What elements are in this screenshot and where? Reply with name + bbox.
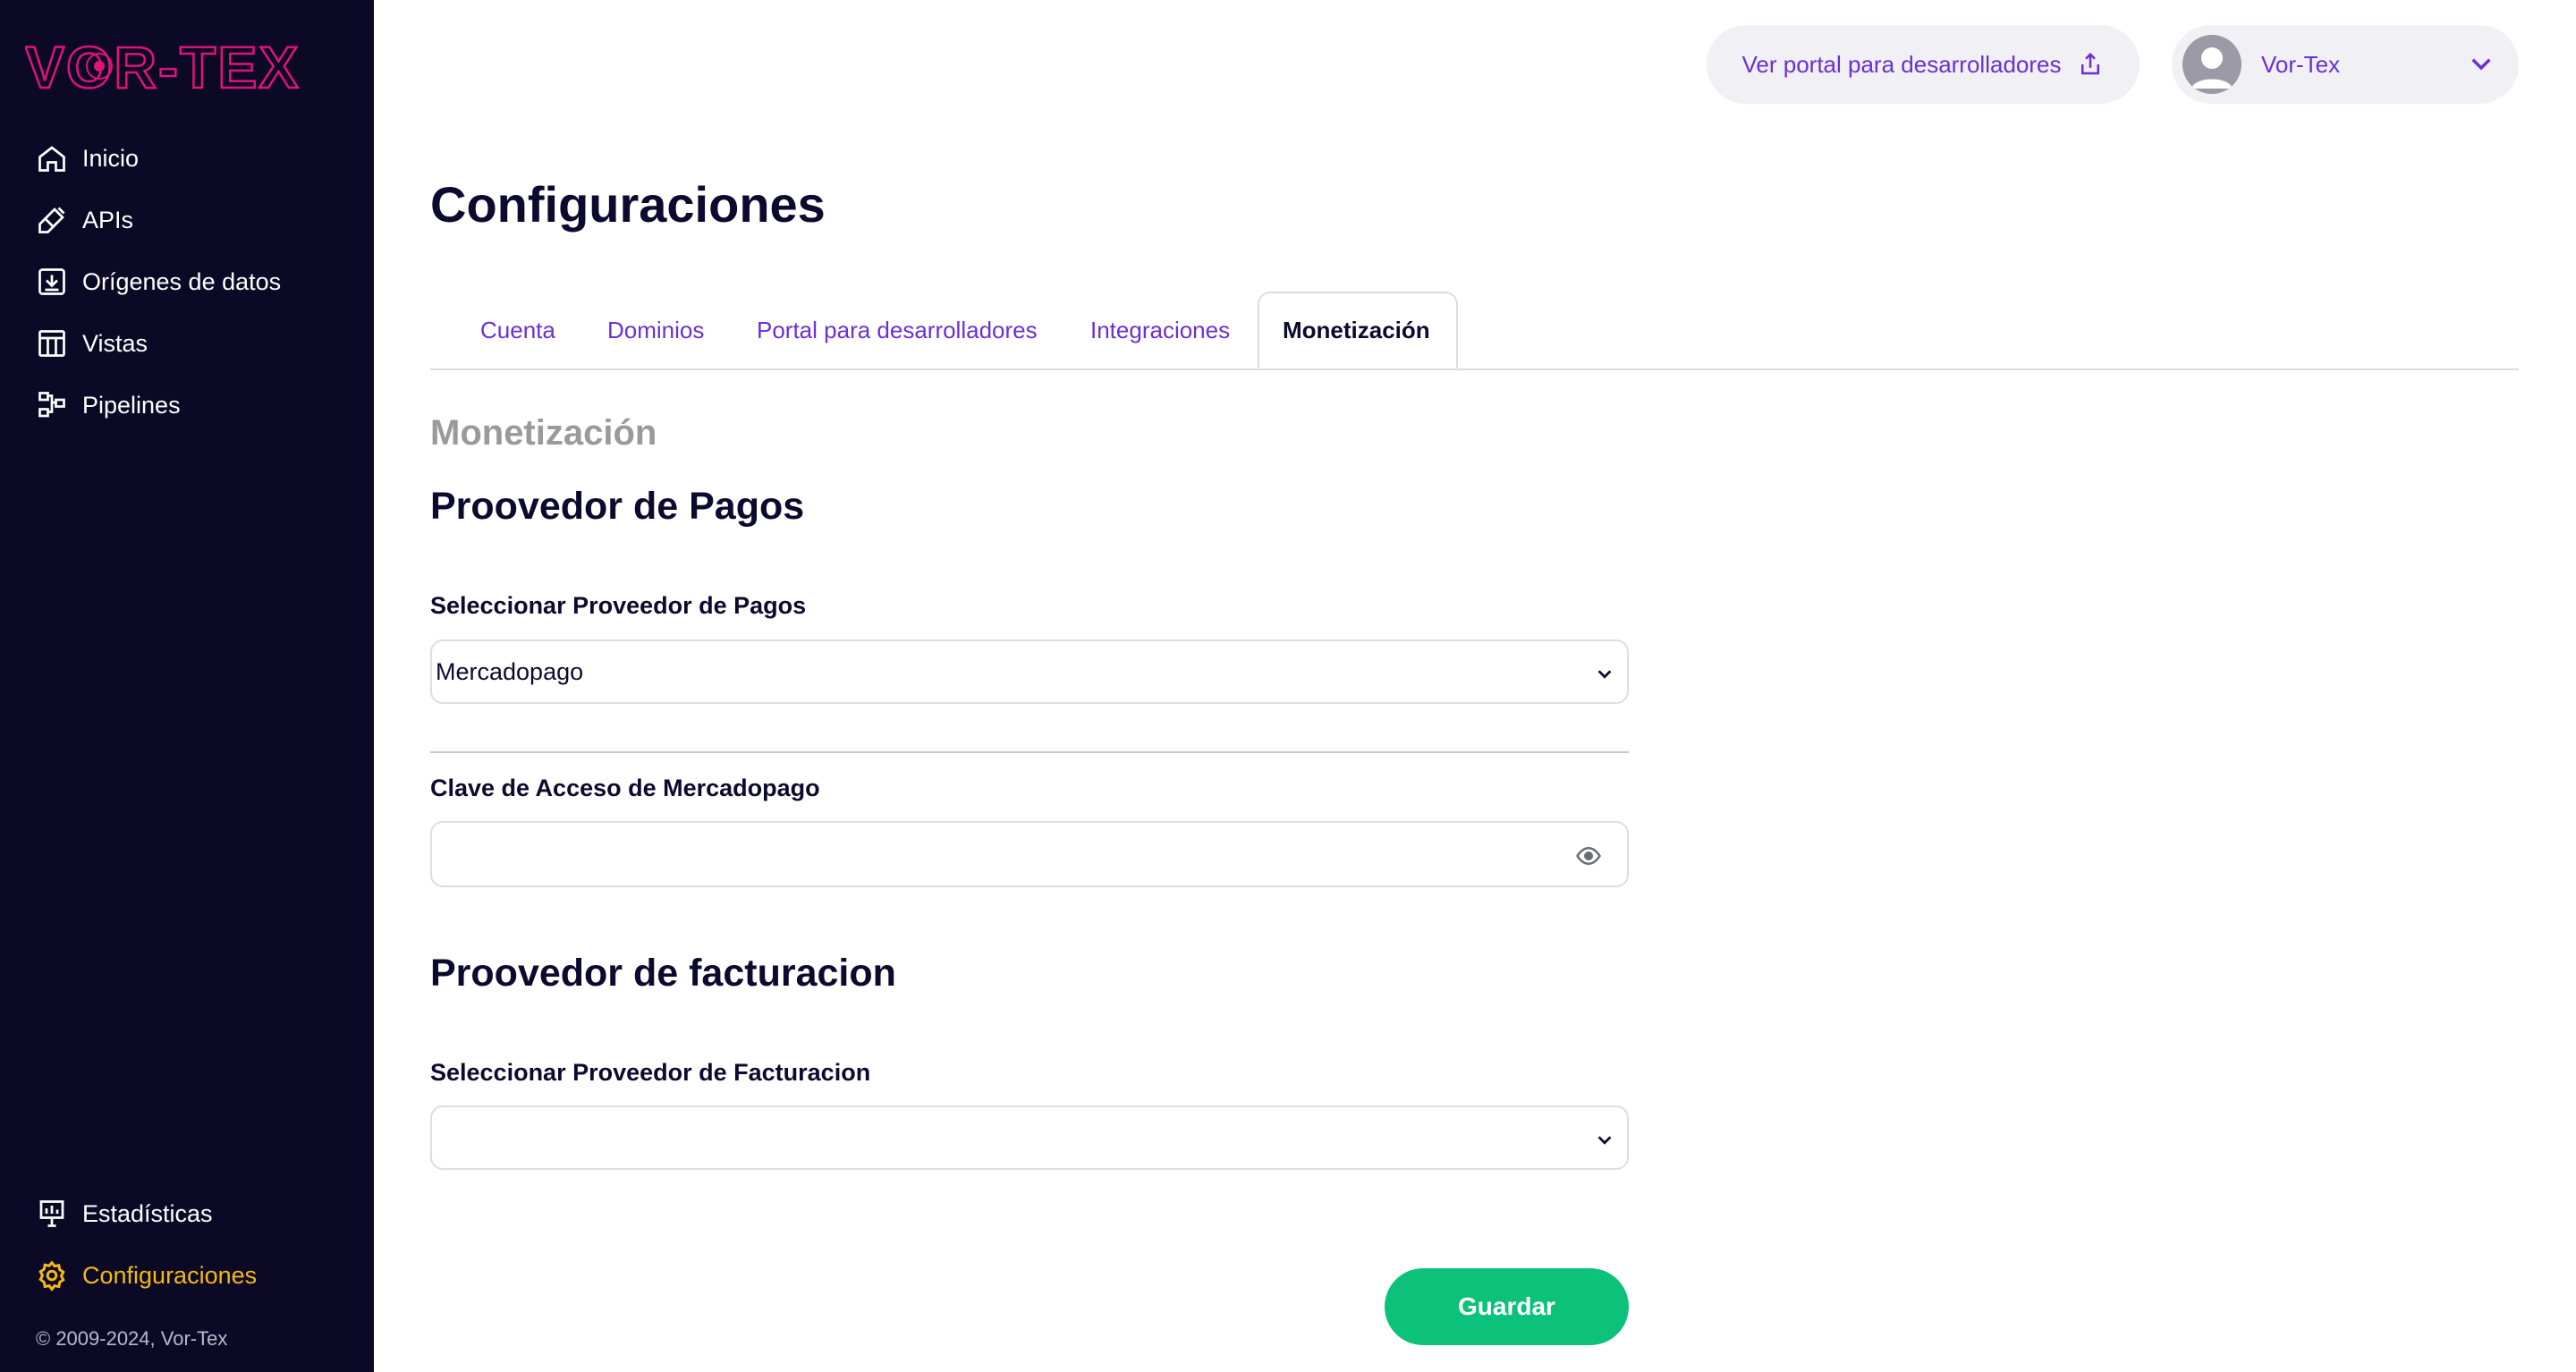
sidebar-item-vistas[interactable]: Vistas: [34, 319, 356, 368]
divider: [430, 751, 1629, 753]
chevron-down-icon: [1595, 1129, 1614, 1148]
sidebar-item-label: Configuraciones: [82, 1261, 258, 1289]
home-icon: [34, 140, 70, 176]
tab-dominios[interactable]: Dominios: [607, 292, 704, 368]
access-key-input[interactable]: [432, 823, 1557, 887]
sidebar-item-label: Inicio: [82, 144, 140, 172]
user-name: Vor-Tex: [2261, 50, 2341, 78]
chevron-down-icon: [2467, 50, 2496, 79]
sidebar-item-label: APIs: [82, 206, 134, 233]
settings-tabs: Cuenta Dominios Portal para desarrollado…: [430, 292, 2519, 370]
billing-heading: Proovedor de facturacion: [430, 952, 896, 995]
user-menu[interactable]: Vor-Tex: [2172, 25, 2519, 104]
pipeline-icon: [34, 387, 70, 423]
download-icon: [34, 264, 70, 300]
chevron-down-icon: [1595, 663, 1614, 682]
payment-provider-label: Seleccionar Proveedor de Pagos: [430, 592, 807, 619]
payment-provider-value: Mercadopago: [436, 657, 584, 685]
plug-icon: [34, 202, 70, 238]
share-icon: [2077, 51, 2104, 78]
payment-provider-select[interactable]: Mercadopago: [430, 639, 1629, 704]
tab-cuenta[interactable]: Cuenta: [480, 292, 555, 368]
sidebar: VOR-TEX Inicio APIs Orígenes de datos Vi…: [0, 0, 374, 1372]
tab-monetizacion[interactable]: Monetización: [1258, 292, 1458, 368]
sidebar-item-label: Estadísticas: [82, 1199, 213, 1227]
vortex-logo[interactable]: VOR-TEX: [25, 34, 349, 98]
developer-portal-label: Ver portal para desarrolladores: [1741, 50, 2062, 78]
tab-portal-desarrolladores[interactable]: Portal para desarrolladores: [757, 292, 1038, 368]
tab-integraciones[interactable]: Integraciones: [1090, 292, 1230, 368]
gear-icon: [34, 1258, 70, 1293]
svg-text:VOR-TEX: VOR-TEX: [25, 34, 300, 98]
developer-portal-link[interactable]: Ver portal para desarrolladores: [1707, 25, 2140, 104]
copyright-note: © 2009-2024, Vor-Tex: [36, 1327, 228, 1350]
sidebar-item-pipelines[interactable]: Pipelines: [34, 381, 356, 429]
save-button[interactable]: Guardar: [1385, 1268, 1629, 1345]
payments-heading: Proovedor de Pagos: [430, 485, 805, 528]
sidebar-item-label: Pipelines: [82, 391, 181, 419]
eye-icon[interactable]: [1575, 843, 1602, 869]
billing-provider-label: Seleccionar Proveedor de Facturacion: [430, 1059, 871, 1086]
table-icon: [34, 326, 70, 361]
billing-provider-select[interactable]: [430, 1105, 1629, 1170]
sidebar-item-estadisticas[interactable]: Estadísticas: [34, 1190, 356, 1238]
sidebar-item-configuraciones[interactable]: Configuraciones: [34, 1251, 356, 1300]
access-key-field[interactable]: [430, 821, 1629, 887]
page-title: Configuraciones: [430, 176, 826, 233]
chart-icon: [34, 1196, 70, 1232]
sidebar-item-apis[interactable]: APIs: [34, 196, 356, 244]
sidebar-item-label: Vistas: [82, 329, 148, 357]
sidebar-item-origenes[interactable]: Orígenes de datos: [34, 258, 356, 306]
sidebar-item-inicio[interactable]: Inicio: [34, 134, 356, 182]
avatar: [2182, 35, 2241, 94]
access-key-label: Clave de Acceso de Mercadopago: [430, 775, 820, 801]
section-label: Monetización: [430, 413, 657, 453]
sidebar-item-label: Orígenes de datos: [82, 267, 282, 295]
